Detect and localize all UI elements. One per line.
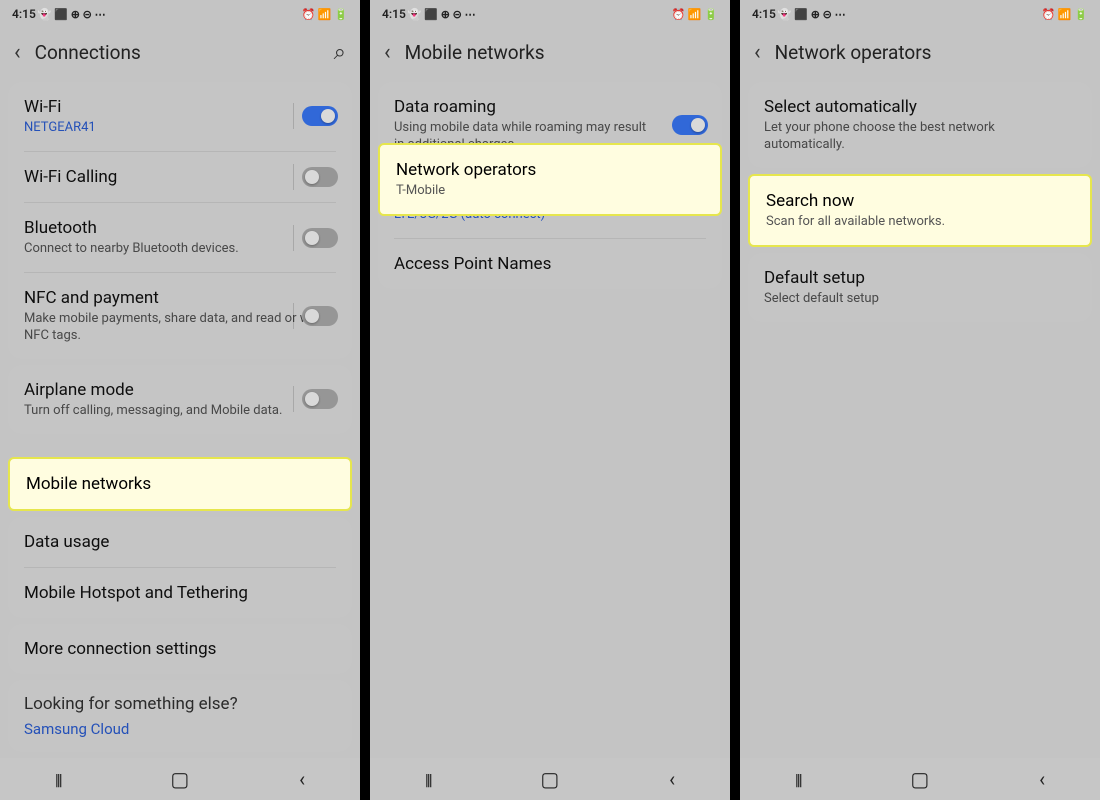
header: ‹ Mobile networks: [370, 28, 730, 76]
looking-for-row: Looking for something else? Samsung Clou…: [8, 680, 352, 752]
auto-select-row[interactable]: Select automatically Let your phone choo…: [748, 82, 1092, 168]
back-icon[interactable]: ‹: [14, 40, 21, 65]
home-icon[interactable]: ▢: [910, 767, 929, 791]
recents-icon[interactable]: |||: [425, 770, 431, 789]
wifi-toggle[interactable]: [302, 106, 338, 126]
status-bar: 4:15👻 ⬛ ⊕ ⊝ ⋯ ⏰ 📶 🔋: [740, 0, 1100, 28]
status-bar: 4:15👻 ⬛ ⊕ ⊝ ⋯ ⏰ 📶 🔋: [370, 0, 730, 28]
wifi-row[interactable]: Wi-Fi NETGEAR41: [8, 82, 352, 151]
wifi-calling-row[interactable]: Wi-Fi Calling: [8, 152, 352, 202]
system-icons: ⏰ 📶 🔋: [301, 8, 348, 21]
hotspot-row[interactable]: Mobile Hotspot and Tethering: [8, 568, 352, 618]
nav-bar: ||| ▢ ‹: [740, 758, 1100, 800]
header: ‹ Network operators: [740, 28, 1100, 76]
notification-icons: 👻 ⬛ ⊕ ⊝ ⋯: [38, 8, 106, 21]
nfc-row[interactable]: NFC and payment Make mobile payments, sh…: [8, 273, 352, 359]
nfc-toggle[interactable]: [302, 306, 338, 326]
bluetooth-row[interactable]: Bluetooth Connect to nearby Bluetooth de…: [8, 203, 352, 272]
more-settings-row[interactable]: More connection settings: [8, 624, 352, 674]
airplane-row[interactable]: Airplane mode Turn off calling, messagin…: [8, 365, 352, 434]
status-bar: 4:15👻 ⬛ ⊕ ⊝ ⋯ ⏰ 📶 🔋: [0, 0, 360, 28]
page-title: Network operators: [775, 41, 1086, 64]
back-nav-icon[interactable]: ‹: [669, 767, 675, 791]
mobile-networks-row[interactable]: Mobile networks: [8, 457, 352, 511]
bluetooth-toggle[interactable]: [302, 228, 338, 248]
data-usage-row[interactable]: Data usage: [8, 517, 352, 567]
search-icon[interactable]: ⌕: [334, 40, 346, 65]
wifi-calling-toggle[interactable]: [302, 167, 338, 187]
header: ‹ Connections ⌕: [0, 28, 360, 76]
recents-icon[interactable]: |||: [795, 770, 801, 789]
search-now-row[interactable]: Search now Scan for all available networ…: [748, 174, 1092, 247]
nav-bar: ||| ▢ ‹: [370, 758, 730, 800]
airplane-toggle[interactable]: [302, 389, 338, 409]
page-title: Mobile networks: [405, 41, 716, 64]
page-title: Connections: [35, 41, 320, 64]
back-icon[interactable]: ‹: [754, 40, 761, 65]
samsung-cloud-link[interactable]: Samsung Cloud: [24, 720, 336, 738]
home-icon[interactable]: ▢: [540, 767, 559, 791]
back-icon[interactable]: ‹: [384, 40, 391, 65]
network-operators-row[interactable]: Network operators T-Mobile: [378, 143, 722, 216]
roaming-toggle[interactable]: [672, 115, 708, 135]
default-setup-row[interactable]: Default setup Select default setup: [748, 253, 1092, 322]
back-nav-icon[interactable]: ‹: [1039, 767, 1045, 791]
